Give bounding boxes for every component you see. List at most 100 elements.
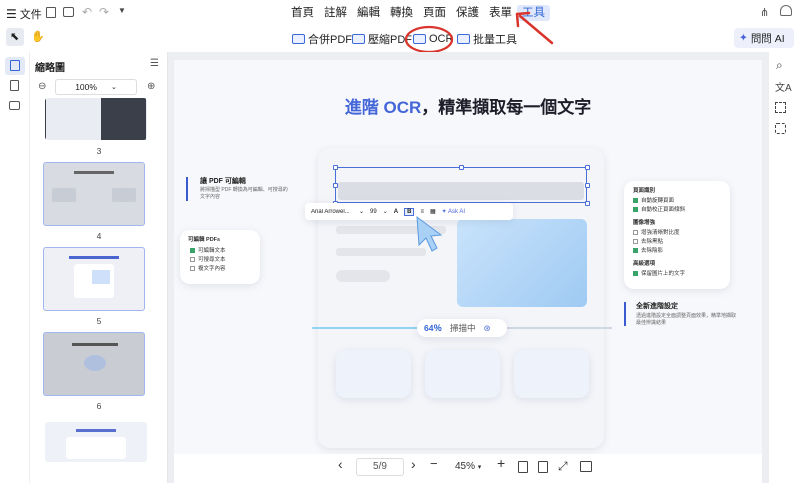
next-page-button[interactable]: › <box>411 456 416 472</box>
comment-icon[interactable] <box>9 101 20 110</box>
checkbox-label: 可搜尋文本 <box>198 257 226 263</box>
tab-protect[interactable]: 保護 <box>451 5 484 21</box>
fit-page-icon[interactable] <box>518 461 528 473</box>
font-family-select[interactable]: Arial Arrowel... <box>311 209 353 215</box>
save-icon[interactable] <box>46 7 56 18</box>
selection-handle <box>333 165 338 170</box>
presentation-icon[interactable] <box>580 461 592 472</box>
font-size-select[interactable]: 99 <box>370 209 377 215</box>
merge-pdf-label: 合併PDF <box>308 34 352 46</box>
file-menu-label: 文件 <box>19 9 42 21</box>
batch-tools-button[interactable]: 批量工具 <box>457 30 517 48</box>
zoom-in-button[interactable]: + <box>497 455 505 471</box>
page-recognition-title: 頁面識別 <box>633 188 656 194</box>
checkbox-label: 去除黑點 <box>641 239 664 245</box>
thumbnail-options-icon[interactable]: ☰ <box>150 58 159 69</box>
fullscreen-icon[interactable]: ⤢ <box>558 459 568 474</box>
advanced-options-title: 高級選項 <box>633 261 656 267</box>
ask-ai-toolbar-button[interactable]: ✦ Ask AI <box>442 208 465 215</box>
align-icon[interactable]: ≡ <box>420 209 424 215</box>
headline-rest: ，精準擷取每一個文字 <box>421 98 592 117</box>
cursor-icon: ⬉ <box>10 31 20 43</box>
merge-pdf-icon <box>292 34 305 44</box>
checkbox-item: 複文字內容 <box>190 265 226 273</box>
editable-pdfs-card: 可編輯 PDFs 可編輯文本 可搜尋文本 複文字內容 <box>180 230 260 284</box>
thumbnail-page-4[interactable] <box>43 162 145 226</box>
settings-icon: ⊛ <box>483 322 491 333</box>
left-sidebar-strip <box>0 52 30 483</box>
right-block-title: 全新進階設定 <box>636 303 678 310</box>
page-number-input[interactable]: 5/9 <box>356 458 404 476</box>
share-icon[interactable]: ⋔ <box>760 6 769 19</box>
chevron-down-icon: ⌄ <box>359 209 365 215</box>
batch-tools-label: 批量工具 <box>473 34 517 46</box>
checkbox-label: 去除陰影 <box>641 248 664 254</box>
right-block-text: 透過進階設定全面調整頁面效果，精準地擷取最佳辨識結果 <box>636 313 737 326</box>
mock-image-block <box>457 219 587 307</box>
thumbnail-page-number: 5 <box>96 316 102 326</box>
table-icon[interactable]: ▦ <box>430 208 436 215</box>
checkbox-checked-icon <box>633 271 638 277</box>
search-icon[interactable]: ⌕ <box>776 58 783 73</box>
tab-edit[interactable]: 編輯 <box>352 5 385 21</box>
checkbox-icon <box>190 266 195 272</box>
headline-accent: 進階 OCR <box>344 98 422 117</box>
checkbox-label: 複文字內容 <box>198 266 226 272</box>
zoom-level-select[interactable]: 45% ▾ <box>455 461 481 472</box>
translate-icon[interactable]: 文A <box>775 79 792 94</box>
thumbnail-page-3[interactable] <box>45 98 147 140</box>
redo-icon[interactable]: ↷ <box>99 5 109 19</box>
merge-pdf-button[interactable]: 合併PDF <box>292 30 352 48</box>
tab-convert[interactable]: 轉換 <box>385 5 418 21</box>
ask-ai-button[interactable]: ✦ 問問 AI <box>734 28 794 48</box>
checkbox-item: 可編輯文本 <box>190 247 226 255</box>
zoom-out-thumb-icon[interactable]: ⊖ <box>38 81 46 92</box>
thumbnails-panel-button[interactable] <box>5 57 25 75</box>
print-icon[interactable] <box>63 7 74 17</box>
bookmark-icon[interactable] <box>10 80 19 91</box>
page-view-icon[interactable] <box>538 461 548 473</box>
ribbon-tabs: 首頁 註解 編輯 轉換 頁面 保護 表單 工具 <box>286 5 550 21</box>
thumbnail-page-5[interactable] <box>43 247 145 311</box>
previous-page-button[interactable]: ‹ <box>338 456 343 472</box>
tab-annotate[interactable]: 註解 <box>319 5 352 21</box>
chevron-down-icon: ⌄ <box>382 209 388 215</box>
checkbox-item: 去除陰影 <box>633 247 663 255</box>
font-color-icon[interactable]: A <box>394 209 398 215</box>
page-recognition-card: 頁面識別 自動旋轉頁面 自動校正頁面傾斜 圖像增強 增強清晰對比度 去除黑點 去… <box>624 181 730 289</box>
ocr-scan-icon[interactable] <box>775 123 786 134</box>
format-toolbar: Arial Arrowel... ⌄ 99 ⌄ A B ≡ ▦ ✦ Ask AI <box>305 203 513 220</box>
checkbox-checked-icon <box>633 198 638 204</box>
checkbox-label: 自動校正頁面傾斜 <box>641 207 686 213</box>
compress-pdf-button[interactable]: 壓縮PDF <box>352 30 412 48</box>
mock-card <box>425 350 500 398</box>
checkbox-item: 可搜尋文本 <box>190 256 226 264</box>
file-menu[interactable]: ☰ 文件 <box>6 6 42 22</box>
checkbox-item: 保留圖片上的文字 <box>633 270 685 278</box>
select-tool-button[interactable]: ⬉ <box>6 28 24 46</box>
zoom-out-button[interactable]: − <box>430 456 438 471</box>
tab-page[interactable]: 頁面 <box>418 5 451 21</box>
undo-icon[interactable]: ↶ <box>82 5 92 19</box>
selection-handle <box>585 183 590 188</box>
quick-access-dropdown-icon[interactable]: ▼ <box>118 6 126 15</box>
checkbox-icon <box>633 239 638 245</box>
hand-tool-icon[interactable]: ✋ <box>31 30 45 43</box>
checkbox-label: 自動旋轉頁面 <box>641 198 675 204</box>
right-sidebar-strip <box>768 52 800 483</box>
page-headline: 進階 OCR，精準擷取每一個文字 <box>174 93 762 118</box>
scan-progress-pill: 64％ 掃描中 ⊛ <box>417 319 507 337</box>
thumbnail-page-6[interactable] <box>43 332 145 396</box>
checkbox-label: 保留圖片上的文字 <box>641 271 686 277</box>
selection-handle <box>333 183 338 188</box>
zoom-in-thumb-icon[interactable]: ⊕ <box>147 81 155 92</box>
thumbnail-page-7[interactable] <box>45 422 147 462</box>
placeholder-line <box>336 270 390 282</box>
tab-home[interactable]: 首頁 <box>286 5 319 21</box>
thumbnail-page-number: 4 <box>96 231 102 241</box>
thumbnail-zoom-select[interactable]: 100% ⌄ <box>55 79 137 95</box>
ask-ai-label: 問問 AI <box>750 32 785 45</box>
thumbnail-zoom-value: 100% <box>75 82 97 92</box>
cloud-upload-icon[interactable] <box>780 5 792 16</box>
screen-capture-icon[interactable] <box>775 102 786 113</box>
